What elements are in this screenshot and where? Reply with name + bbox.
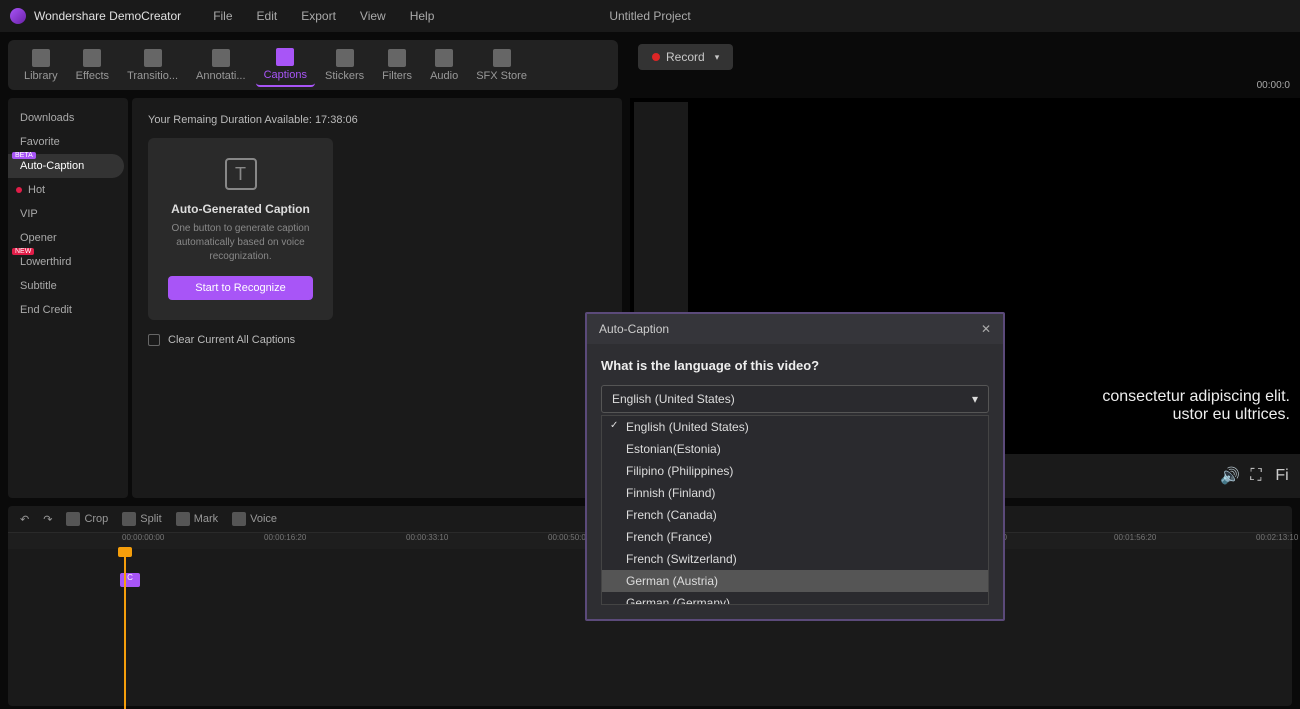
sidebar-hot[interactable]: Hot [8,178,128,202]
sidebar-lowerthird[interactable]: NEWLowerthird [8,250,128,274]
audio-icon [435,49,453,67]
timeline-clip[interactable]: C [120,573,140,587]
tab-filters[interactable]: Filters [374,45,420,86]
voice-button[interactable]: Voice [232,512,277,526]
mark-icon [176,512,190,526]
sidebar-favorite[interactable]: Favorite [8,130,128,154]
tab-effects[interactable]: Effects [68,45,117,86]
annotations-icon [212,49,230,67]
titlebar: Wondershare DemoCreator File Edit Export… [0,0,1300,32]
lang-option[interactable]: French (Switzerland) [602,548,988,570]
tab-sfx[interactable]: SFX Store [468,45,535,86]
language-selected: English (United States) [612,392,735,406]
language-dropdown: English (United States) Estonian(Estonia… [601,415,989,605]
effects-icon [83,49,101,67]
crop-button[interactable]: Crop [66,512,108,526]
card-title: Auto-Generated Caption [168,202,313,216]
filters-icon [388,49,406,67]
split-button[interactable]: Split [122,512,161,526]
beta-badge: BETA [12,152,36,159]
record-dot-icon [652,53,660,61]
sidebar-subtitle[interactable]: Subtitle [8,274,128,298]
lang-option[interactable]: Filipino (Philippines) [602,460,988,482]
transitions-icon [144,49,162,67]
preview-time: 00:00:0 [1257,80,1290,91]
record-label: Record [666,50,705,64]
sidebar-vip[interactable]: VIP [8,202,128,226]
start-recognize-button[interactable]: Start to Recognize [168,276,313,300]
menu-export[interactable]: Export [289,9,348,23]
menu-file[interactable]: File [201,9,244,23]
playhead[interactable] [124,549,126,709]
sfx-icon [493,49,511,67]
modal-header: Auto-Caption ✕ [587,314,1003,344]
lang-option[interactable]: English (United States) [602,416,988,438]
sidebar-endcredit[interactable]: End Credit [8,298,128,322]
clear-captions-row[interactable]: Clear Current All Captions [148,334,606,346]
menu-help[interactable]: Help [398,9,447,23]
modal-question: What is the language of this video? [601,358,989,373]
lang-option[interactable]: Estonian(Estonia) [602,438,988,460]
tool-tabs: Library Effects Transitio... Annotati...… [8,40,618,90]
language-select[interactable]: English (United States) ▾ [601,385,989,413]
sidebar-downloads[interactable]: Downloads [8,106,128,130]
fullscreen-icon[interactable]: ⛶ [1248,468,1264,484]
tab-captions[interactable]: Captions [256,44,315,87]
auto-caption-modal: Auto-Caption ✕ What is the language of t… [585,312,1005,621]
lang-option[interactable]: French (France) [602,526,988,548]
chevron-down-icon: ▾ [972,392,978,406]
menu-edit[interactable]: Edit [245,9,290,23]
mark-button[interactable]: Mark [176,512,218,526]
lang-option[interactable]: German (Austria) [602,570,988,592]
project-title: Untitled Project [609,9,690,23]
content-panel: Your Remaing Duration Available: 17:38:0… [132,98,622,498]
redo-icon: ↷ [43,513,52,526]
split-icon [122,512,136,526]
tab-library[interactable]: Library [16,45,66,86]
sidebar-opener[interactable]: Opener [8,226,128,250]
clear-label: Clear Current All Captions [168,334,295,346]
card-subtitle: One button to generate caption automatic… [168,222,313,264]
duration-text: Your Remaing Duration Available: 17:38:0… [148,114,606,126]
sidebar-autocaption[interactable]: BETAAuto-Caption [8,154,124,178]
tab-annotations[interactable]: Annotati... [188,45,254,86]
text-frame-icon: T [225,158,257,190]
tab-stickers[interactable]: Stickers [317,45,372,86]
side-panel: Downloads Favorite BETAAuto-Caption Hot … [8,98,128,498]
lang-option[interactable]: German (Germany) [602,592,988,605]
preview-subtitle: consectetur adipiscing elit. ustor eu ul… [1102,388,1290,424]
stickers-icon [336,49,354,67]
lang-option[interactable]: French (Canada) [602,504,988,526]
app-name: Wondershare DemoCreator [34,9,181,23]
menu-view[interactable]: View [348,9,398,23]
app-logo-icon [10,8,26,24]
tab-audio[interactable]: Audio [422,45,466,86]
undo-icon: ↶ [20,513,29,526]
undo-button[interactable]: ↶ [20,513,29,526]
captions-icon [276,48,294,66]
voice-icon [232,512,246,526]
clear-checkbox[interactable] [148,334,160,346]
chevron-down-icon: ▾ [715,52,720,63]
close-icon[interactable]: ✕ [981,322,991,336]
tab-transitions[interactable]: Transitio... [119,45,186,86]
record-button[interactable]: Record ▾ [638,44,733,70]
auto-caption-card: T Auto-Generated Caption One button to g… [148,138,333,320]
hot-dot-icon [16,187,22,193]
new-badge: NEW [12,248,34,255]
lang-option[interactable]: Finnish (Finland) [602,482,988,504]
redo-button[interactable]: ↷ [43,513,52,526]
modal-title: Auto-Caption [599,322,669,336]
crop-icon [66,512,80,526]
fit-icon[interactable]: Fi [1274,468,1290,484]
library-icon [32,49,50,67]
volume-icon[interactable]: 🔊 [1222,468,1238,484]
